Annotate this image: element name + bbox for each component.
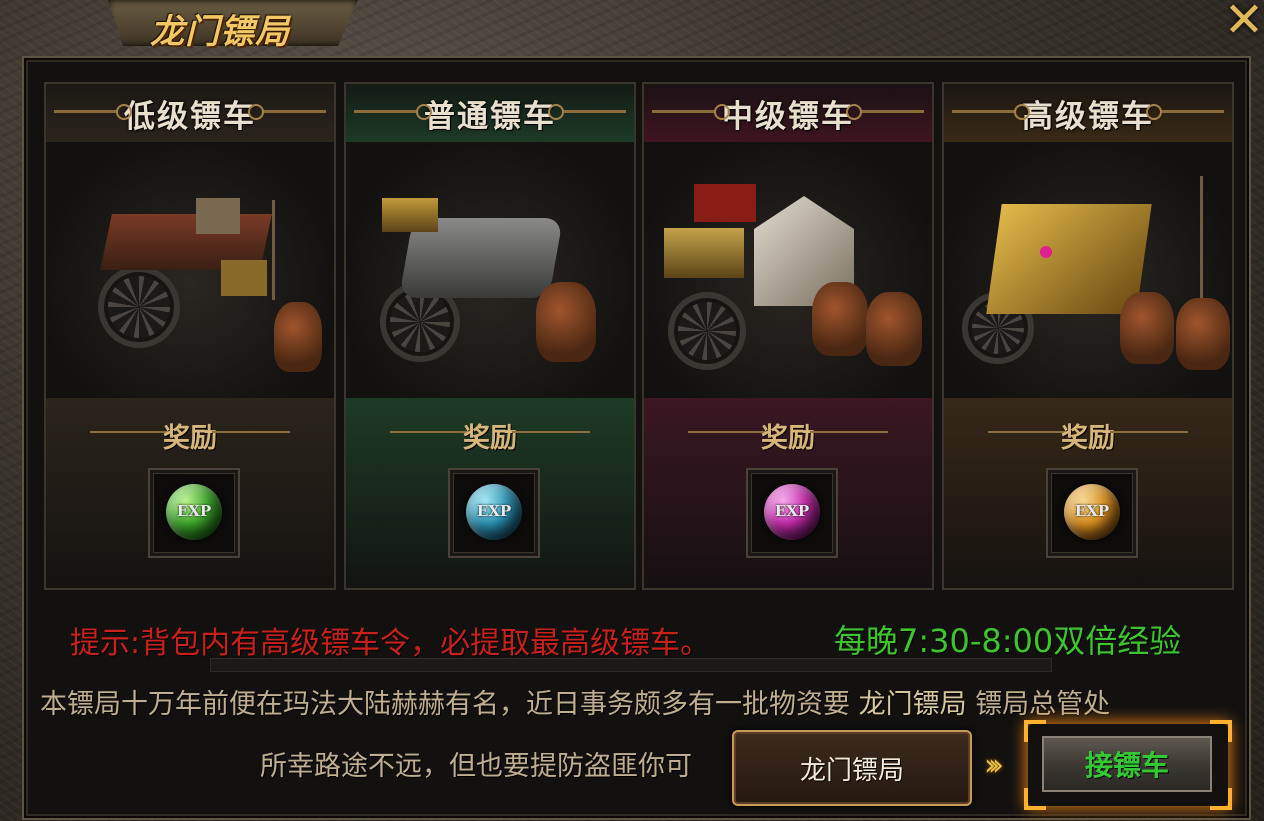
ornament-icon	[54, 104, 132, 120]
accept-highlight: 接镖车	[1024, 720, 1232, 810]
ornament-icon	[652, 104, 730, 120]
orb-label: EXP	[774, 502, 810, 520]
reward-section: 奖励 EXP	[644, 398, 932, 588]
creature-icon	[274, 302, 322, 372]
double-exp-text: 每晚7:30-8:00双倍经验	[834, 622, 1182, 660]
arrow-right-icon: ›››	[984, 748, 1004, 783]
corner-icon	[1210, 788, 1232, 810]
description-tail: 镖局总管处	[975, 689, 1111, 720]
cart-card-low[interactable]: 低级镖车 奖励 EXP	[44, 82, 336, 590]
npc-name-link[interactable]: 龙门镖局	[859, 689, 967, 720]
cart-card-high[interactable]: 高级镖车 奖励 EXP	[942, 82, 1234, 590]
description-text: 本镖局十万年前便在玛法大陆赫赫有名，近日事务颇多有一批物资要	[40, 689, 850, 720]
creature-icon	[866, 292, 922, 366]
reward-slot[interactable]: EXP	[148, 468, 240, 558]
reward-slot[interactable]: EXP	[448, 468, 540, 558]
creature-icon	[1120, 292, 1174, 364]
reward-section: 奖励 EXP	[46, 398, 334, 588]
cart-image	[644, 142, 932, 398]
ornament-icon	[212, 431, 290, 433]
ornament-icon	[548, 104, 626, 120]
card-title: 普通镖车	[424, 98, 556, 135]
ornament-icon	[354, 104, 432, 120]
crate-icon	[196, 198, 240, 234]
corner-icon	[1210, 720, 1232, 742]
reward-label: 奖励	[163, 423, 217, 454]
reward-label: 奖励	[463, 423, 517, 454]
reward-section: 奖励 EXP	[944, 398, 1232, 588]
exp-orb-icon: EXP	[764, 484, 820, 540]
window-title: 龙门镖局	[150, 12, 290, 52]
card-header: 低级镖车	[46, 84, 334, 143]
tip-text: 提示:背包内有高级镖车令，必提取最高级镖车。	[70, 626, 711, 661]
description-line-1: 本镖局十万年前便在玛法大陆赫赫有名，近日事务颇多有一批物资要 龙门镖局 镖局总管…	[40, 682, 1110, 721]
cart-card-mid[interactable]: 中级镖车 奖励 EXP	[642, 82, 934, 590]
cart-image	[944, 142, 1232, 398]
banner-icon	[694, 184, 756, 222]
creature-icon	[1176, 298, 1230, 370]
reward-label: 奖励	[761, 423, 815, 454]
gem-icon	[1040, 246, 1052, 258]
divider-bar	[210, 658, 1052, 672]
card-header: 中级镖车	[644, 84, 932, 143]
creature-icon	[812, 282, 868, 356]
close-x-icon[interactable]: ✕	[1218, 0, 1264, 46]
ornament-icon	[952, 104, 1030, 120]
flag-icon	[272, 200, 275, 300]
reward-section: 奖励 EXP	[346, 398, 634, 588]
ornament-icon	[512, 431, 590, 433]
cart-image	[46, 142, 334, 398]
card-title: 低级镖车	[124, 98, 256, 135]
wheel-icon	[668, 292, 746, 370]
card-header: 普通镖车	[346, 84, 634, 143]
card-title: 高级镖车	[1022, 98, 1154, 135]
cart-card-normal[interactable]: 普通镖车 奖励 EXP	[344, 82, 636, 590]
card-title: 中级镖车	[722, 98, 854, 135]
exp-orb-icon: EXP	[1064, 484, 1120, 540]
chest-icon	[221, 260, 267, 296]
orb-label: EXP	[176, 502, 212, 520]
npc-tooltip: 龙门镖局	[732, 730, 972, 806]
creature-icon	[536, 282, 596, 362]
ornament-icon	[248, 104, 326, 120]
escort-cart-list: 低级镖车 奖励 EXP 普通镖车 奖励 EXP 中级镖车 奖励 EXP 高级镖车…	[44, 82, 1238, 590]
reward-slot[interactable]: EXP	[1046, 468, 1138, 558]
ornament-icon	[1110, 431, 1188, 433]
orb-label: EXP	[1074, 502, 1110, 520]
ornament-icon	[1146, 104, 1224, 120]
card-header: 高级镖车	[944, 84, 1232, 143]
ornament-icon	[810, 431, 888, 433]
cart-image	[346, 142, 634, 398]
flag-icon	[1200, 176, 1203, 316]
reward-slot[interactable]: EXP	[746, 468, 838, 558]
exp-orb-icon: EXP	[466, 484, 522, 540]
accept-cart-button[interactable]: 接镖车	[1042, 736, 1212, 792]
chest-icon	[664, 228, 744, 278]
chest-icon	[382, 198, 438, 232]
orb-label: EXP	[476, 502, 512, 520]
wheel-icon	[98, 266, 180, 348]
reward-label: 奖励	[1061, 423, 1115, 454]
description-line-2: 所幸路途不远，但也要提防盗匪你可	[260, 751, 692, 782]
cargo-icon	[986, 204, 1152, 314]
ornament-icon	[846, 104, 924, 120]
exp-orb-icon: EXP	[166, 484, 222, 540]
